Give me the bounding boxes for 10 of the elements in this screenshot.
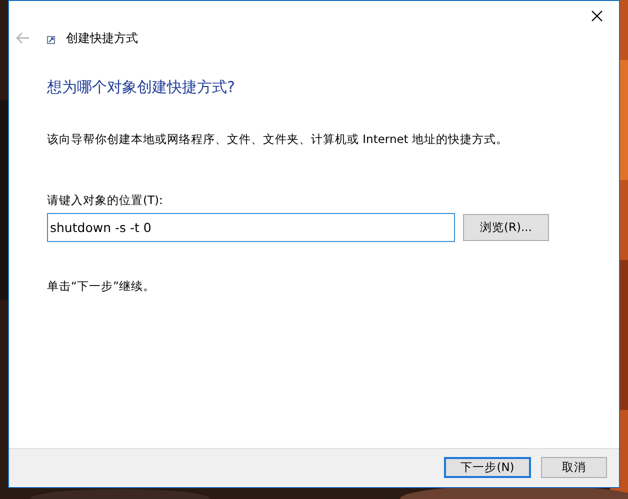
location-field[interactable]: shutdown -s -t 0 — [47, 213, 455, 242]
location-label: 请键入对象的位置(T): — [47, 192, 164, 209]
description-text: 该向导帮你创建本地或网络程序、文件、文件夹、计算机或 Internet 地址的快捷方式。 — [47, 130, 509, 148]
window-title: 创建快捷方式 — [66, 30, 138, 47]
browse-button[interactable]: 浏览(R)... — [463, 214, 549, 241]
next-button[interactable]: 下一步(N) — [444, 457, 531, 478]
cancel-button[interactable]: 取消 — [541, 457, 607, 478]
shortcut-icon — [47, 36, 55, 44]
hint-text: 单击“下一步”继续。 — [47, 278, 156, 295]
wizard-heading: 想为哪个对象创建快捷方式? — [47, 77, 236, 98]
